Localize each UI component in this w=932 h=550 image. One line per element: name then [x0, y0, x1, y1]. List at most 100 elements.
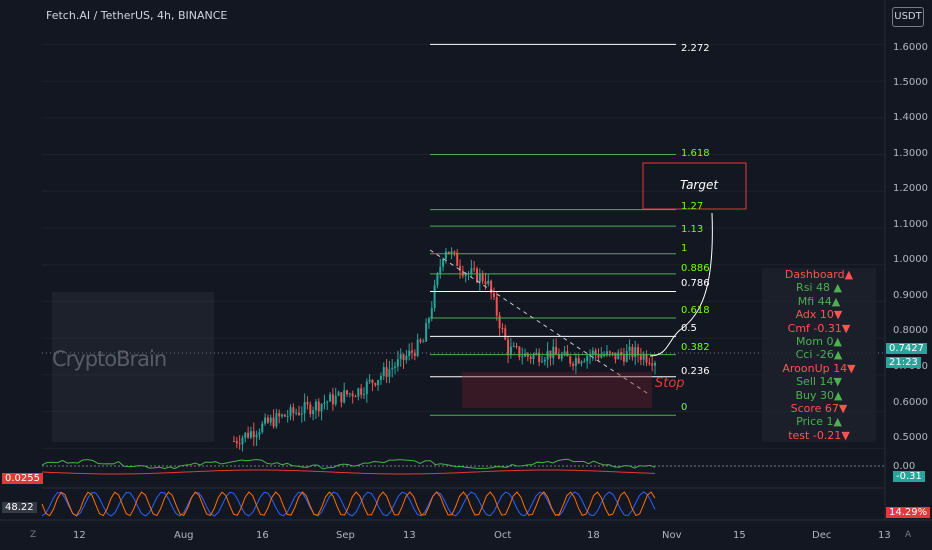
- candle-body: [495, 296, 498, 316]
- candle-body: [484, 281, 487, 285]
- candle-body: [540, 361, 543, 363]
- cmf-line: [41, 458, 656, 470]
- y-tick: 0.8000: [893, 325, 928, 336]
- candle-body: [427, 318, 430, 323]
- candle-body: [275, 413, 278, 427]
- candle-body: [645, 354, 648, 363]
- candle-body: [628, 346, 631, 352]
- candle-body: [637, 347, 640, 356]
- candle-body: [552, 346, 555, 358]
- candle-body: [235, 441, 238, 444]
- candle-body: [385, 367, 388, 377]
- candle-body: [241, 437, 244, 445]
- candle-body: [444, 251, 447, 259]
- candle-body: [317, 401, 320, 412]
- candle-body: [292, 407, 295, 413]
- y-tick: 1.5000: [893, 77, 928, 88]
- currency-button[interactable]: USDT: [892, 7, 924, 27]
- dashboard-row: Rsi 48 ▲: [796, 281, 842, 295]
- candle-body: [323, 402, 326, 404]
- fib-label: 1.27: [681, 201, 704, 212]
- candle-body: [425, 322, 428, 342]
- candle-body: [238, 443, 241, 445]
- candle-body: [309, 404, 312, 415]
- y-tick: 0.9000: [893, 290, 928, 301]
- x-tick: 15: [733, 530, 746, 541]
- candle-body: [346, 390, 349, 395]
- candle-body: [608, 351, 611, 353]
- candle-body: [371, 379, 374, 384]
- candle-body: [252, 431, 255, 438]
- candle-body: [591, 350, 594, 355]
- candle-body: [555, 346, 558, 355]
- candle-body: [574, 357, 577, 366]
- candle-body: [374, 383, 377, 386]
- dashboard-row: Cci -26▲: [795, 348, 843, 362]
- candle-body: [512, 345, 515, 347]
- candle-body: [396, 359, 399, 367]
- candle-body: [289, 407, 292, 417]
- y-tick: 0.5000: [893, 432, 928, 443]
- osc-orange-line: [41, 491, 656, 517]
- candle-body: [504, 328, 507, 340]
- y-tick: 1.0000: [893, 254, 928, 265]
- dashboard-row: Sell 14▼: [796, 375, 842, 389]
- candle-body: [391, 367, 394, 370]
- corner-right[interactable]: A: [905, 530, 911, 540]
- y-tick: 1.1000: [893, 219, 928, 230]
- x-tick: 13: [403, 530, 416, 541]
- candle-body: [382, 367, 385, 377]
- candle-body: [340, 392, 343, 403]
- stop-zone: [462, 372, 652, 408]
- candle-body: [586, 355, 589, 362]
- watermark-text: CryptoBrain: [52, 347, 167, 371]
- chart-title: Fetch.AI / TetherUS, 4h, BINANCE: [46, 9, 228, 22]
- x-tick: Aug: [174, 530, 194, 541]
- cmf-signal-line: [41, 469, 656, 475]
- osc-blue-line: [41, 491, 656, 517]
- candle-body: [436, 273, 439, 286]
- candle-body: [631, 346, 634, 358]
- candle-body: [362, 394, 365, 396]
- corner-left[interactable]: Z: [30, 530, 36, 540]
- candle-body: [261, 423, 264, 433]
- dashboard-row: Cmf -0.31▼: [787, 321, 851, 335]
- dashboard-row: Mfi 44▲: [797, 294, 841, 308]
- candle-body: [532, 354, 535, 359]
- candle-body: [651, 363, 654, 366]
- candle-body: [281, 414, 284, 417]
- candle-body: [233, 440, 235, 442]
- dashboard-panel: Dashboard▲ Rsi 48 ▲ Mfi 44▲ Adx 10▼ Cmf …: [762, 268, 876, 442]
- candle-body: [642, 354, 645, 360]
- fib-label: 0.5: [681, 323, 697, 334]
- x-tick: 12: [73, 530, 86, 541]
- candle-body: [247, 432, 250, 438]
- y-tick: 0.6000: [893, 397, 928, 408]
- price-candles: [233, 247, 656, 452]
- candle-body: [518, 346, 521, 358]
- candle-body: [481, 273, 484, 282]
- candle-body: [459, 265, 462, 271]
- candle-body: [405, 355, 408, 361]
- candle-body: [546, 350, 549, 360]
- candle-body: [408, 350, 411, 356]
- candle-body: [258, 432, 261, 435]
- candle-body: [492, 293, 495, 297]
- candle-body: [611, 352, 614, 354]
- candle-body: [515, 345, 518, 347]
- fib-label: 0.382: [681, 342, 710, 353]
- candle-body: [312, 410, 315, 415]
- candle-body: [419, 339, 422, 342]
- candle-body: [456, 252, 459, 266]
- y-tick: 1.2000: [893, 183, 928, 194]
- candle-body: [442, 258, 445, 267]
- x-tick: Dec: [812, 530, 832, 541]
- candle-body: [439, 266, 442, 274]
- candle-body: [320, 403, 323, 412]
- dashboard-row: Price 1▲: [796, 415, 842, 429]
- candle-body: [326, 401, 329, 403]
- candle-body: [388, 369, 391, 377]
- candle-body: [521, 356, 524, 358]
- x-tick: 16: [256, 530, 269, 541]
- fib-label: 0.786: [681, 278, 710, 289]
